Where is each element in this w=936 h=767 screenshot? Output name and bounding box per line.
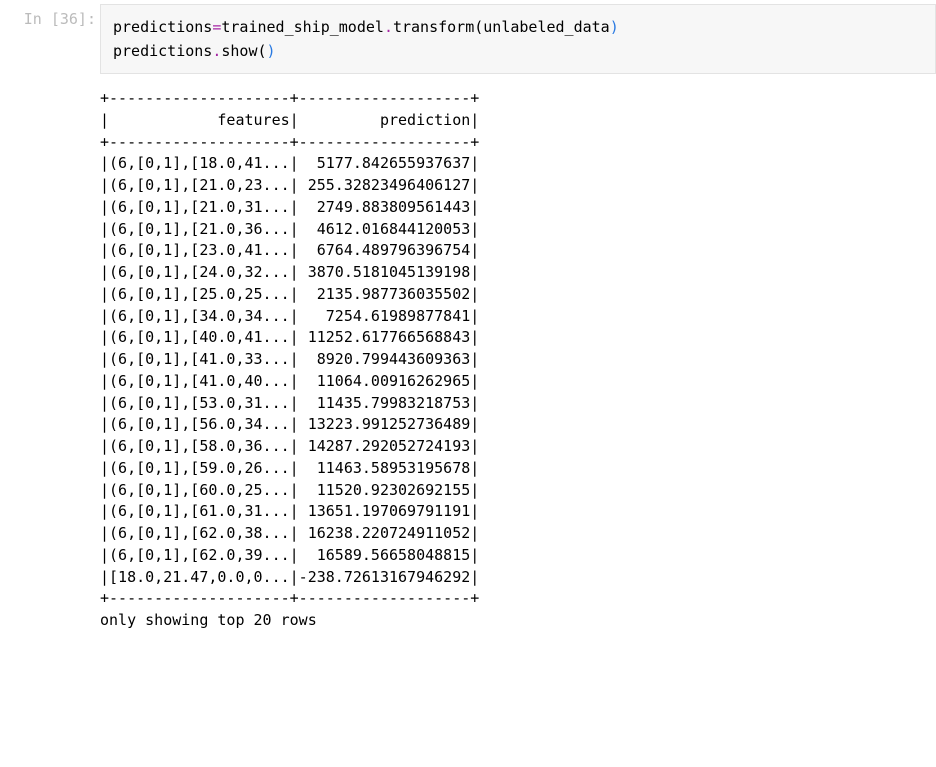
output-row: |(6,[0,1],[24.0,32...| 3870.518104513919… [100, 263, 479, 281]
code-token-arg: unlabeled_data [483, 18, 609, 36]
output-row: |(6,[0,1],[59.0,26...| 11463.58953195678… [100, 459, 479, 477]
code-input[interactable]: predictions=trained_ship_model.transform… [100, 4, 936, 74]
output-row: |(6,[0,1],[60.0,25...| 11520.92302692155… [100, 481, 479, 499]
output-row: |(6,[0,1],[56.0,34...| 13223.99125273648… [100, 415, 479, 433]
output-row: |(6,[0,1],[34.0,34...| 7254.61989877841| [100, 307, 479, 325]
output-row: |(6,[0,1],[21.0,23...| 255.3282349640612… [100, 176, 479, 194]
output-border: +--------------------+------------------… [100, 133, 479, 151]
output-border: +--------------------+------------------… [100, 89, 479, 107]
code-token-obj: predictions [113, 42, 212, 60]
code-token-paren-close: ) [267, 42, 276, 60]
cell-prompt: In [36]: [0, 4, 100, 28]
output-row: |(6,[0,1],[25.0,25...| 2135.987736035502… [100, 285, 479, 303]
output-row: |(6,[0,1],[21.0,31...| 2749.883809561443… [100, 198, 479, 216]
output-row: |(6,[0,1],[62.0,38...| 16238.22072491105… [100, 524, 479, 542]
output-row: |(6,[0,1],[41.0,40...| 11064.00916262965… [100, 372, 479, 390]
output-row: |(6,[0,1],[41.0,33...| 8920.799443609363… [100, 350, 479, 368]
output-border: +--------------------+------------------… [100, 589, 479, 607]
code-output: +--------------------+------------------… [100, 74, 936, 632]
output-row: |[18.0,21.47,0.0,0...|-238.7261316794629… [100, 568, 479, 586]
code-token-paren-open: ( [474, 18, 483, 36]
code-token-dot: . [384, 18, 393, 36]
output-row: |(6,[0,1],[21.0,36...| 4612.016844120053… [100, 220, 479, 238]
code-token-method: transform [393, 18, 474, 36]
output-row: |(6,[0,1],[62.0,39...| 16589.56658048815… [100, 546, 479, 564]
cell-body: predictions=trained_ship_model.transform… [100, 4, 936, 632]
code-token-paren-close: ) [610, 18, 619, 36]
output-header: | features| prediction| [100, 111, 479, 129]
output-row: |(6,[0,1],[23.0,41...| 6764.489796396754… [100, 241, 479, 259]
notebook-cell: In [36]: predictions=trained_ship_model.… [0, 4, 936, 632]
output-row: |(6,[0,1],[18.0,41...| 5177.842655937637… [100, 154, 479, 172]
output-footer: only showing top 20 rows [100, 611, 317, 629]
code-token-method: show [221, 42, 257, 60]
code-token-paren-open: ( [258, 42, 267, 60]
code-token-obj: trained_ship_model [221, 18, 384, 36]
output-row: |(6,[0,1],[53.0,31...| 11435.79983218753… [100, 394, 479, 412]
output-row: |(6,[0,1],[61.0,31...| 13651.19706979119… [100, 502, 479, 520]
output-row: |(6,[0,1],[58.0,36...| 14287.29205272419… [100, 437, 479, 455]
output-row: |(6,[0,1],[40.0,41...| 11252.61776656884… [100, 328, 479, 346]
code-token-var: predictions [113, 18, 212, 36]
